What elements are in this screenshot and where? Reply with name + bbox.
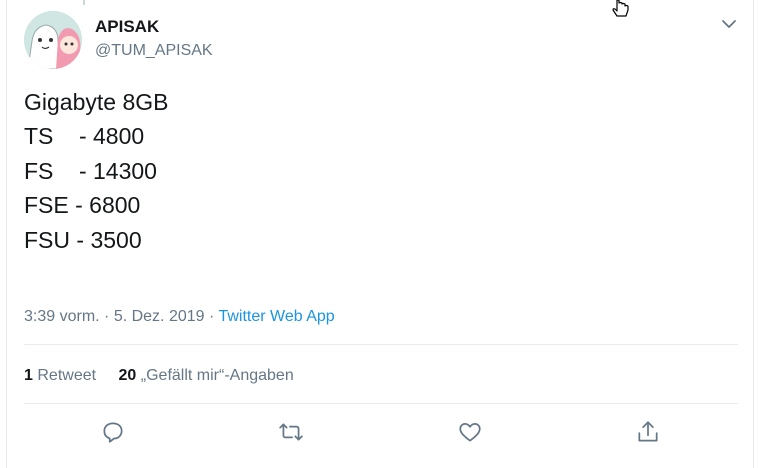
reply-icon[interactable] — [100, 419, 126, 445]
tweet-source-link[interactable]: Twitter Web App — [218, 308, 334, 325]
likes-label: „Gefällt mir“-Angaben — [140, 367, 294, 384]
tweet-line: TS - 4800 — [24, 123, 145, 150]
tweet-line: FSU - 3500 — [24, 226, 142, 253]
divider — [24, 344, 738, 345]
retweet-icon[interactable] — [278, 419, 304, 445]
meta-separator: · — [99, 308, 114, 325]
tweet-line: Gigabyte 8GB — [24, 89, 169, 115]
tweet-line: FSE - 6800 — [24, 192, 141, 219]
retweets-label: Retweet — [37, 367, 97, 384]
hand-cursor-icon — [609, 0, 633, 18]
avatar[interactable] — [24, 11, 82, 69]
tweet-line: FS - 14300 — [24, 157, 157, 184]
likes-count: 20 — [118, 367, 137, 384]
tweet-text: Gigabyte 8GB TS - 4800 FS - 14300 FSE - 680… — [24, 85, 168, 257]
chevron-down-icon[interactable] — [719, 16, 739, 32]
share-icon[interactable] — [635, 419, 661, 445]
divider — [24, 403, 738, 404]
tweet-date[interactable]: 5. Dez. 2019 — [114, 308, 205, 325]
user-handle[interactable]: @TUM_APISAK — [95, 41, 213, 61]
user-name[interactable]: APISAK — [95, 17, 159, 37]
heart-icon[interactable] — [457, 419, 483, 445]
tweet-stats: 1 Retweet 20 „Gefällt mir“-Angaben — [24, 365, 312, 387]
meta-separator: · — [204, 308, 219, 325]
thread-connector — [83, 0, 85, 5]
likes-stat[interactable]: 20 „Gefällt mir“-Angaben — [119, 367, 294, 384]
tweet-time[interactable]: 3:39 vorm. — [24, 308, 100, 325]
retweets-stat[interactable]: 1 Retweet — [24, 367, 96, 384]
tweet-meta: 3:39 vorm. · 5. Dez. 2019 · Twitter Web … — [24, 306, 335, 328]
retweets-count: 1 — [24, 367, 33, 384]
